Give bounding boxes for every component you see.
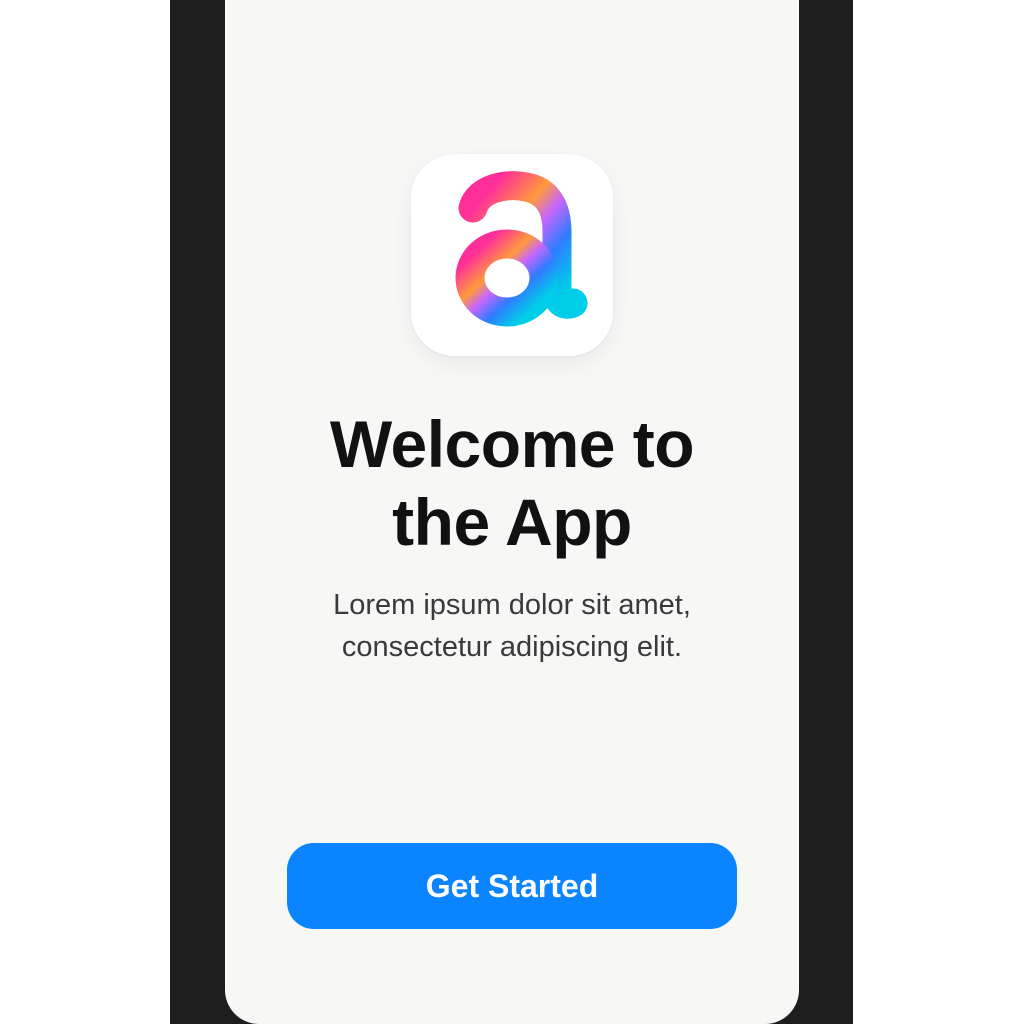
welcome-title: Welcome to the App [225, 405, 799, 561]
page: Welcome to the App Lorem ipsum dolor sit… [0, 0, 1024, 1024]
welcome-title-line2: the App [392, 485, 632, 559]
get-started-button[interactable]: Get Started [287, 843, 737, 929]
welcome-subtitle-line1: Lorem ipsum dolor sit amet, [333, 589, 691, 621]
onboarding-screen: Welcome to the App Lorem ipsum dolor sit… [225, 0, 799, 1024]
phone-frame: Welcome to the App Lorem ipsum dolor sit… [170, 0, 853, 1024]
welcome-subtitle: Lorem ipsum dolor sit amet, consectetur … [225, 584, 799, 668]
welcome-subtitle-line2: consectetur adipiscing elit. [341, 631, 683, 663]
welcome-title-line1: Welcome to [329, 407, 695, 481]
app-logo-icon [411, 154, 613, 356]
